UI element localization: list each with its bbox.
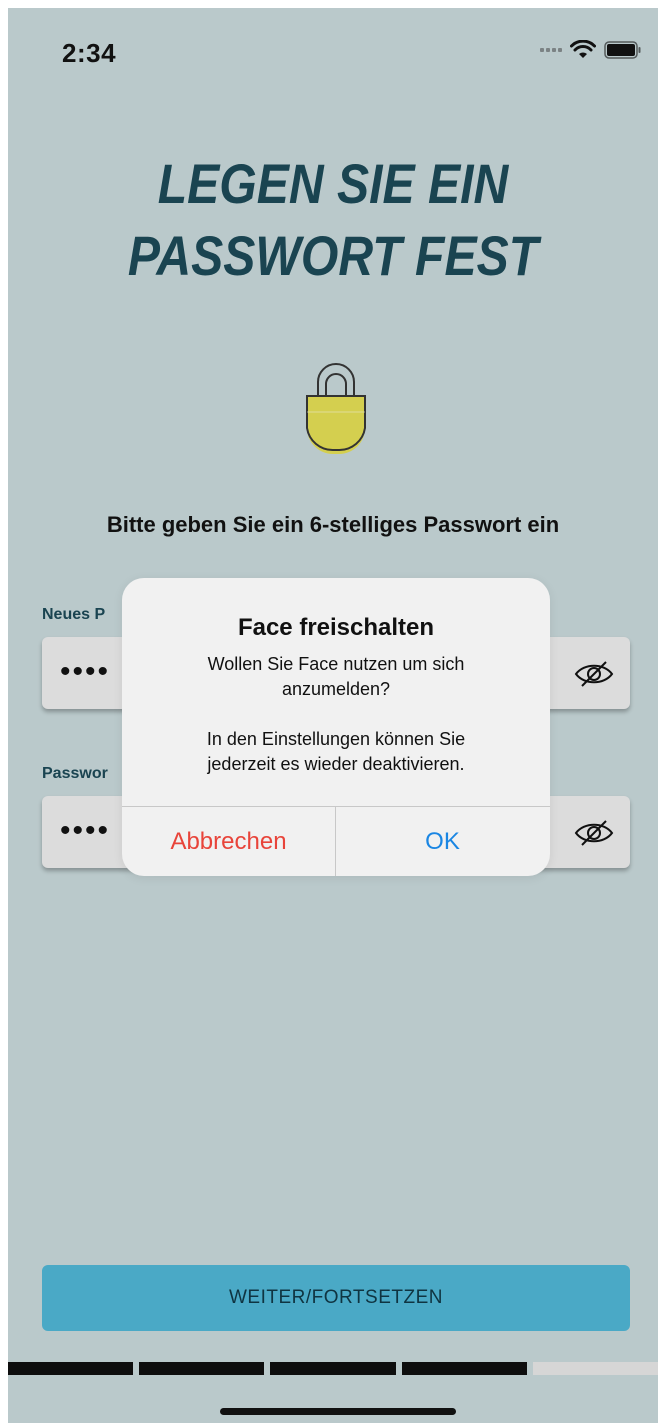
- alert-message-line-4: jederzeit es wieder deaktivieren.: [207, 754, 465, 774]
- alert-message-line-3: In den Einstellungen können Sie: [206, 729, 466, 749]
- alert-message-line-1: Wollen Sie Face nutzen um sich: [207, 654, 465, 674]
- new-password-label: Neues P: [42, 606, 106, 623]
- progress-bar: [8, 1362, 658, 1375]
- wifi-icon: [570, 40, 596, 60]
- progress-segment: [139, 1362, 265, 1375]
- confirm-password-label: Passwor: [42, 765, 108, 782]
- alert-title: Face freischalten: [237, 614, 435, 641]
- alert-message-line-2: anzumelden?: [281, 679, 391, 699]
- instruction-text: Bitte geben Sie ein 6-stelliges Passwort…: [106, 512, 560, 537]
- status-time: 2:34: [62, 38, 117, 68]
- face-unlock-alert: Face freischalten Wollen Sie Face nutzen…: [122, 578, 550, 876]
- new-password-value: ••••: [60, 655, 111, 688]
- page-title-line-2: PASSWORT FEST: [127, 224, 539, 287]
- ok-button[interactable]: OK: [336, 807, 549, 876]
- continue-button[interactable]: WEITER/FORTSETZEN: [42, 1265, 630, 1331]
- screen: 2:34 LEGEN SIE EIN PASSWORT FEST Bitte g…: [8, 8, 658, 1423]
- lock-icon: [301, 360, 371, 454]
- progress-segment: [401, 1362, 527, 1375]
- status-icons: [540, 40, 642, 60]
- eye-slash-icon[interactable]: [574, 659, 614, 694]
- eye-slash-icon[interactable]: [574, 818, 614, 853]
- signal-icon: [540, 48, 562, 52]
- progress-segment: [532, 1362, 658, 1375]
- progress-segment: [270, 1362, 396, 1375]
- home-indicator[interactable]: [220, 1408, 456, 1415]
- alert-message: Wollen Sie Face nutzen um sich anzumelde…: [122, 652, 550, 777]
- page-title: LEGEN SIE EIN PASSWORT FEST: [54, 148, 613, 292]
- confirm-password-value: ••••: [60, 814, 111, 847]
- battery-icon: [604, 41, 642, 59]
- page-title-line-1: LEGEN SIE EIN: [157, 152, 509, 215]
- cancel-button[interactable]: Abbrechen: [122, 807, 335, 876]
- progress-segment: [8, 1362, 134, 1375]
